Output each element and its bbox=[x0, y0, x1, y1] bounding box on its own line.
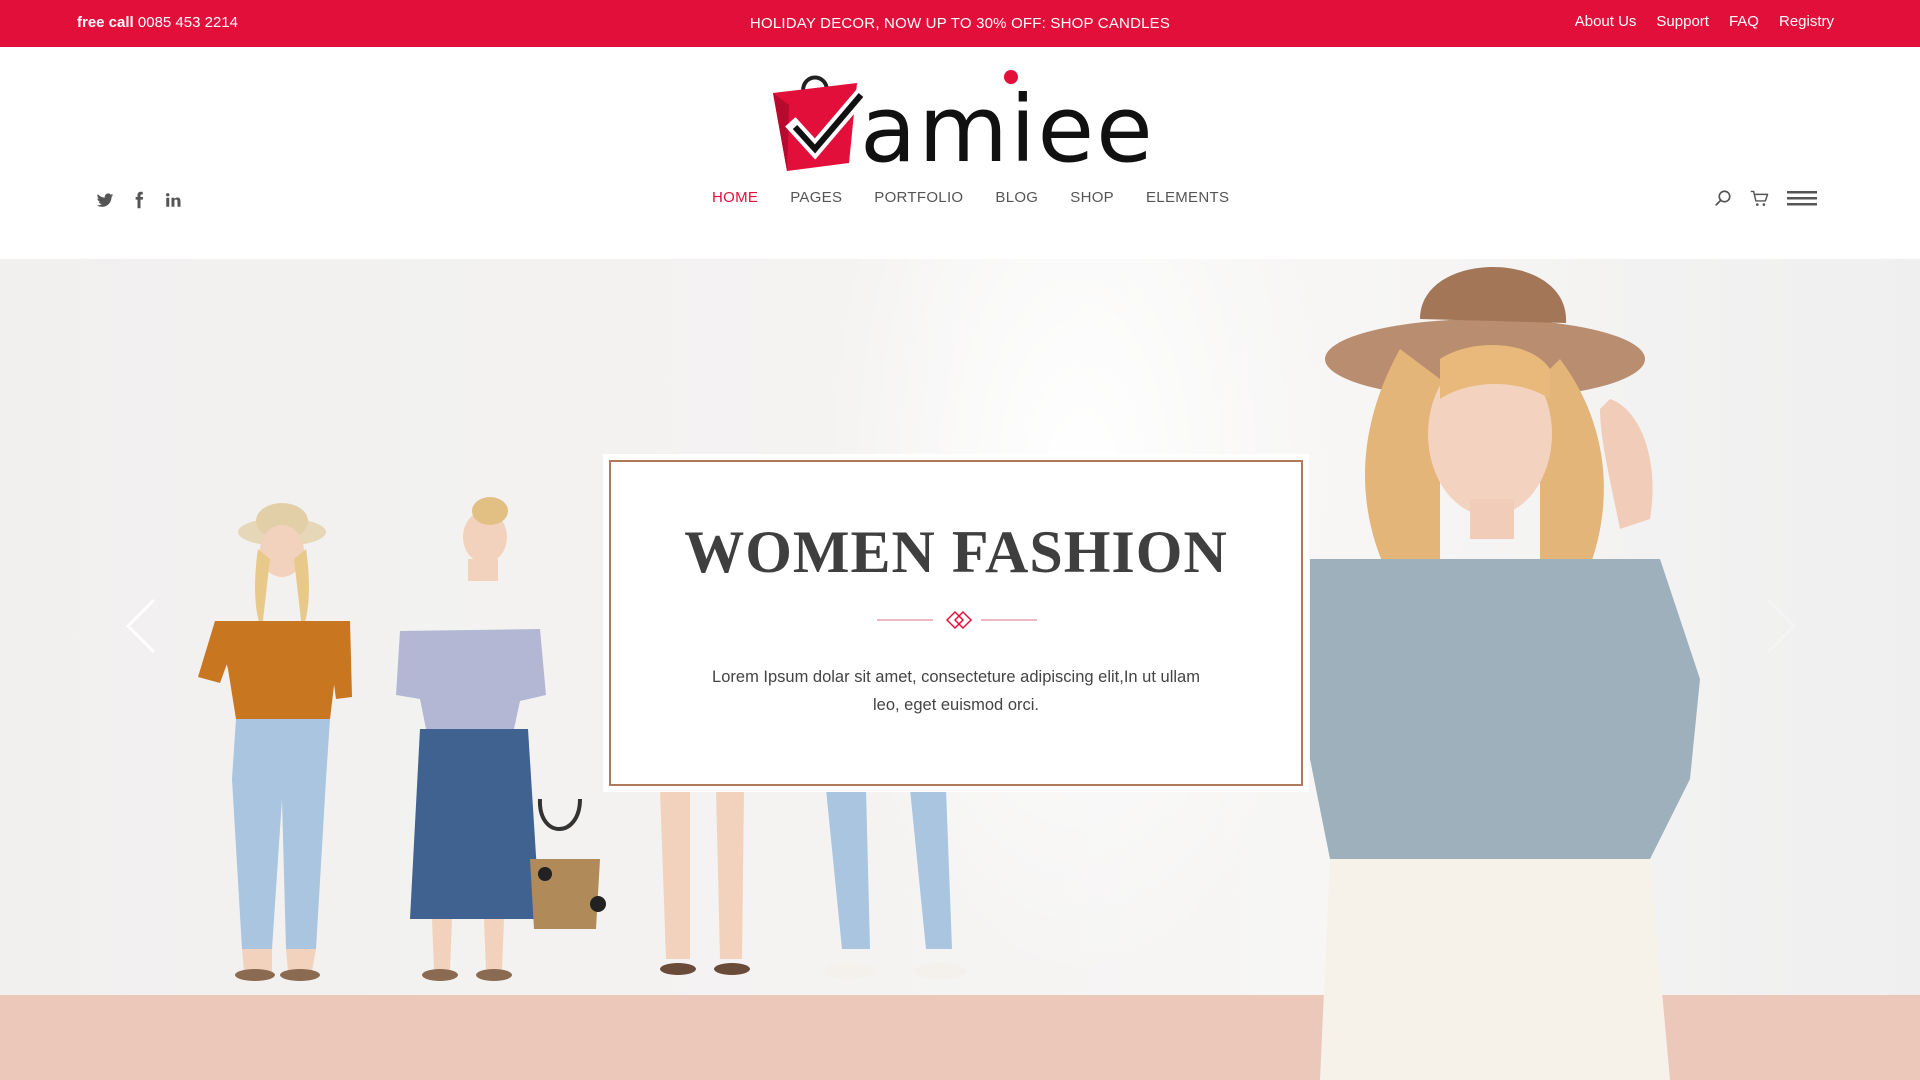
hero-slider: WOMEN FASHION Lorem Ipsum dolar sit amet… bbox=[0, 259, 1920, 1080]
diamond-divider-icon bbox=[877, 610, 1037, 630]
link-support[interactable]: Support bbox=[1656, 13, 1709, 30]
link-faq[interactable]: FAQ bbox=[1729, 13, 1759, 30]
nav-blog[interactable]: BLOG bbox=[995, 189, 1038, 206]
nav-shop[interactable]: SHOP bbox=[1070, 189, 1114, 206]
hero-card: WOMEN FASHION Lorem Ipsum dolar sit amet… bbox=[603, 454, 1309, 792]
social-links bbox=[96, 191, 182, 209]
model-figure-3-legs bbox=[660, 789, 966, 979]
nav-pages[interactable]: PAGES bbox=[790, 189, 842, 206]
search-icon[interactable] bbox=[1714, 189, 1732, 207]
top-links: About Us Support FAQ Registry bbox=[1575, 13, 1834, 30]
link-registry[interactable]: Registry bbox=[1779, 13, 1834, 30]
nav-elements[interactable]: ELEMENTS bbox=[1146, 189, 1229, 206]
facebook-icon[interactable] bbox=[130, 191, 148, 209]
chevron-left-icon[interactable] bbox=[122, 596, 162, 656]
cart-icon[interactable] bbox=[1750, 189, 1769, 207]
header-tools bbox=[1714, 189, 1817, 207]
logo-wordmark: amiee bbox=[860, 76, 1155, 177]
model-figure-2 bbox=[396, 497, 606, 981]
chevron-right-icon[interactable] bbox=[1760, 596, 1800, 656]
model-figure-4 bbox=[1310, 266, 1700, 1080]
model-figure-1 bbox=[198, 503, 352, 981]
site-logo[interactable]: amiee bbox=[765, 65, 1157, 177]
linkedin-icon[interactable] bbox=[164, 191, 182, 209]
link-about-us[interactable]: About Us bbox=[1575, 13, 1637, 30]
site-header: amiee HOME PAGES PORTFOLIO BLOG SHOP ELE… bbox=[0, 47, 1920, 259]
top-bar: free call 0085 453 2214 HOLIDAY DECOR, N… bbox=[0, 0, 1920, 47]
main-nav: HOME PAGES PORTFOLIO BLOG SHOP ELEMENTS bbox=[712, 189, 1261, 206]
nav-home[interactable]: HOME bbox=[712, 189, 758, 206]
menu-icon[interactable] bbox=[1787, 189, 1817, 207]
nav-portfolio[interactable]: PORTFOLIO bbox=[874, 189, 963, 206]
hero-title: WOMEN FASHION bbox=[684, 519, 1228, 585]
hero-description: Lorem Ipsum dolar sit amet, consecteture… bbox=[712, 668, 1200, 714]
twitter-icon[interactable] bbox=[96, 191, 114, 209]
